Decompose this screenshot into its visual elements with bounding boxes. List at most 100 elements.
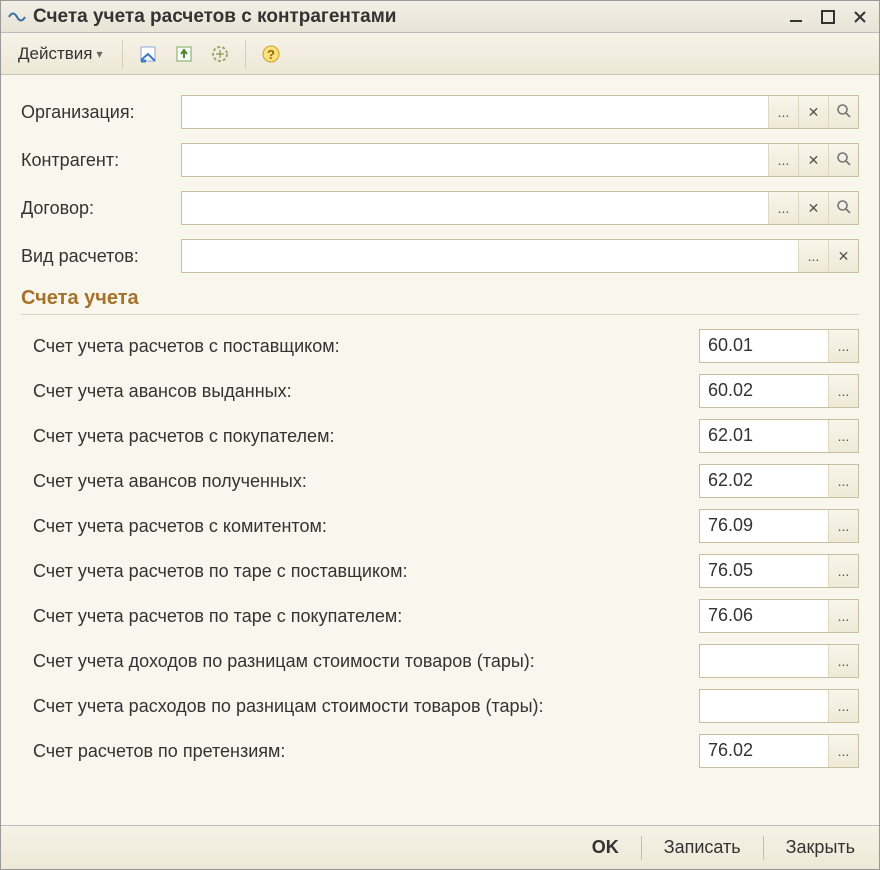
account-field[interactable]: 76.02... <box>699 734 859 768</box>
organization-clear-button[interactable]: ✕ <box>798 96 828 128</box>
settlements-clear-button[interactable]: ✕ <box>828 240 858 272</box>
account-value[interactable]: 62.01 <box>700 420 828 452</box>
settlements-row: Вид расчетов: ... ✕ <box>21 239 859 273</box>
account-value[interactable]: 62.02 <box>700 465 828 497</box>
ellipsis-icon: ... <box>838 473 850 489</box>
close-button[interactable]: Закрыть <box>774 833 867 862</box>
ellipsis-icon: ... <box>838 743 850 759</box>
contract-search-button[interactable] <box>828 192 858 224</box>
ellipsis-icon: ... <box>778 104 790 120</box>
account-value[interactable]: 76.02 <box>700 735 828 767</box>
ellipsis-icon: ... <box>778 200 790 216</box>
account-value[interactable] <box>700 645 828 677</box>
account-select-button[interactable]: ... <box>828 645 858 677</box>
account-row: Счет учета авансов полученных:62.02... <box>21 464 859 498</box>
organization-label: Организация: <box>21 102 181 123</box>
account-select-button[interactable]: ... <box>828 690 858 722</box>
account-label: Счет учета расчетов с покупателем: <box>33 426 699 447</box>
account-select-button[interactable]: ... <box>828 510 858 542</box>
ok-button[interactable]: OK <box>580 833 631 862</box>
account-field[interactable]: 60.01... <box>699 329 859 363</box>
toolbar-icon-2[interactable] <box>169 39 199 69</box>
account-select-button[interactable]: ... <box>828 600 858 632</box>
toolbar-icon-3[interactable] <box>205 39 235 69</box>
organization-field[interactable]: ... ✕ <box>181 95 859 129</box>
ellipsis-icon: ... <box>838 383 850 399</box>
account-label: Счет учета расчетов с поставщиком: <box>33 336 699 357</box>
account-row: Счет учета доходов по разницам стоимости… <box>21 644 859 678</box>
account-select-button[interactable]: ... <box>828 555 858 587</box>
ellipsis-icon: ... <box>838 563 850 579</box>
account-label: Счет учета расходов по разницам стоимост… <box>33 696 699 717</box>
bottom-separator <box>763 836 764 860</box>
account-row: Счет учета авансов выданных:60.02... <box>21 374 859 408</box>
account-field[interactable]: 76.05... <box>699 554 859 588</box>
account-select-button[interactable]: ... <box>828 330 858 362</box>
account-row: Счет учета расчетов с комитентом:76.09..… <box>21 509 859 543</box>
account-field[interactable]: 60.02... <box>699 374 859 408</box>
contractor-field[interactable]: ... ✕ <box>181 143 859 177</box>
clear-icon: ✕ <box>808 152 820 169</box>
account-field[interactable]: 76.09... <box>699 509 859 543</box>
maximize-button[interactable] <box>815 6 841 28</box>
account-row: Счет учета расчетов по таре с поставщико… <box>21 554 859 588</box>
account-select-button[interactable]: ... <box>828 735 858 767</box>
organization-value[interactable] <box>182 96 768 128</box>
contract-value[interactable] <box>182 192 768 224</box>
section-divider <box>21 314 859 315</box>
organization-select-button[interactable]: ... <box>768 96 798 128</box>
account-value[interactable]: 76.06 <box>700 600 828 632</box>
write-button[interactable]: Записать <box>652 833 753 862</box>
ellipsis-icon: ... <box>838 653 850 669</box>
form-body: Организация: ... ✕ Контрагент: ... ✕ Дог… <box>1 75 879 825</box>
account-value[interactable]: 76.05 <box>700 555 828 587</box>
account-select-button[interactable]: ... <box>828 420 858 452</box>
app-icon <box>7 7 27 27</box>
account-label: Счет расчетов по претензиям: <box>33 741 699 762</box>
minimize-button[interactable] <box>783 6 809 28</box>
toolbar-separator <box>245 40 246 68</box>
help-button[interactable]: ? <box>256 39 286 69</box>
ellipsis-icon: ... <box>838 698 850 714</box>
contractor-value[interactable] <box>182 144 768 176</box>
clear-icon: ✕ <box>838 248 850 265</box>
search-icon <box>836 199 852 218</box>
account-value[interactable] <box>700 690 828 722</box>
toolbar-separator <box>122 40 123 68</box>
account-field[interactable]: 62.02... <box>699 464 859 498</box>
organization-row: Организация: ... ✕ <box>21 95 859 129</box>
account-field[interactable]: 62.01... <box>699 419 859 453</box>
close-window-button[interactable] <box>847 6 873 28</box>
account-field[interactable]: 76.06... <box>699 599 859 633</box>
contractor-search-button[interactable] <box>828 144 858 176</box>
settlements-select-button[interactable]: ... <box>798 240 828 272</box>
account-select-button[interactable]: ... <box>828 375 858 407</box>
account-value[interactable]: 76.09 <box>700 510 828 542</box>
account-field[interactable]: ... <box>699 689 859 723</box>
actions-label: Действия <box>18 44 92 64</box>
ellipsis-icon: ... <box>838 608 850 624</box>
account-row: Счет учета расчетов с покупателем:62.01.… <box>21 419 859 453</box>
account-label: Счет учета расчетов по таре с покупателе… <box>33 606 699 627</box>
contractor-clear-button[interactable]: ✕ <box>798 144 828 176</box>
toolbar-icon-1[interactable] <box>133 39 163 69</box>
account-select-button[interactable]: ... <box>828 465 858 497</box>
actions-menu[interactable]: Действия ▾ <box>9 39 112 69</box>
account-value[interactable]: 60.01 <box>700 330 828 362</box>
account-value[interactable]: 60.02 <box>700 375 828 407</box>
contract-select-button[interactable]: ... <box>768 192 798 224</box>
settlements-field[interactable]: ... ✕ <box>181 239 859 273</box>
account-row: Счет расчетов по претензиям:76.02... <box>21 734 859 768</box>
settlements-value[interactable] <box>182 240 798 272</box>
ellipsis-icon: ... <box>808 248 820 264</box>
contract-field[interactable]: ... ✕ <box>181 191 859 225</box>
bottom-separator <box>641 836 642 860</box>
clear-icon: ✕ <box>808 104 820 121</box>
organization-search-button[interactable] <box>828 96 858 128</box>
account-label: Счет учета авансов выданных: <box>33 381 699 402</box>
settlements-label: Вид расчетов: <box>21 246 181 267</box>
account-field[interactable]: ... <box>699 644 859 678</box>
contractor-select-button[interactable]: ... <box>768 144 798 176</box>
contract-clear-button[interactable]: ✕ <box>798 192 828 224</box>
contract-label: Договор: <box>21 198 181 219</box>
